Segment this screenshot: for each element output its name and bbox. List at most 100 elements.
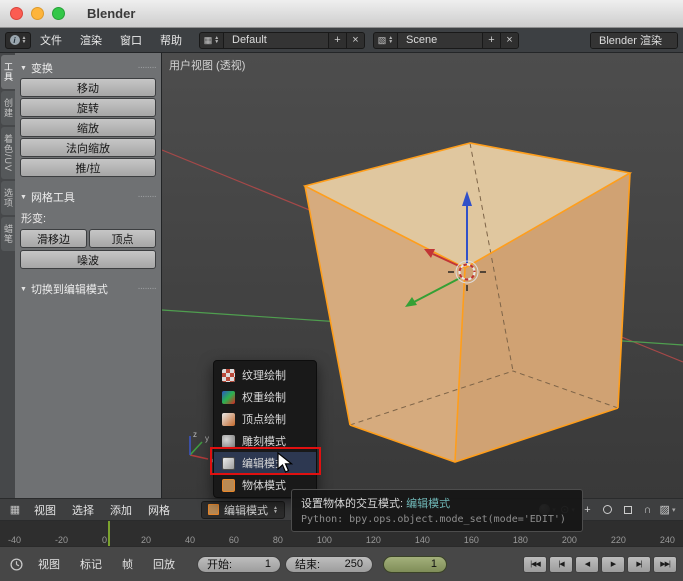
mouse-cursor	[277, 452, 294, 473]
timeline-menu-frame[interactable]: 帧	[114, 556, 141, 572]
timeline-header: 视图 标记 帧 回放 开始: 1 结束: 250 1 |◀◀ |◀ ◀ ▶ ▶|…	[0, 546, 683, 581]
tab-options[interactable]: 选项	[1, 181, 15, 216]
menu-window[interactable]: 窗口	[111, 28, 151, 53]
play-reverse-button[interactable]: ◀	[575, 555, 599, 573]
panel-title: 切换到编辑模式	[30, 284, 108, 296]
panel-collapse-icon: ▼	[20, 285, 27, 293]
menu-item-weight-paint[interactable]: 权重绘制	[214, 386, 316, 408]
vertex-slide-button[interactable]: 顶点	[89, 229, 156, 248]
edit-mode-icon	[208, 504, 219, 515]
close-button[interactable]	[10, 7, 23, 20]
cube-mesh[interactable]	[302, 142, 633, 463]
browse-screen-icon[interactable]: ▦	[200, 32, 224, 48]
ruler-label: 140	[414, 535, 430, 545]
panel-grip-icon[interactable]	[137, 286, 156, 292]
render-opengl-button[interactable]: ▨	[659, 502, 676, 518]
ruler-label: 0	[101, 535, 107, 545]
annotation-highlight-box	[210, 447, 321, 475]
menu-item-texture-paint[interactable]: 纹理绘制	[214, 364, 316, 386]
view-label: 用户视图 (透视)	[169, 58, 245, 72]
snap-magnet-toggle[interactable]: ∩	[639, 502, 656, 518]
frame-start-value: 1	[264, 558, 271, 570]
tab-grease-pencil[interactable]: 蜡笔	[1, 217, 15, 252]
scene-name[interactable]: Scene	[398, 32, 482, 48]
tooltip: 设置物体的交互模式: 编辑模式 Python: bpy.ops.object.m…	[291, 489, 583, 532]
ruler-label: 180	[512, 535, 528, 545]
ruler-labels: -40 -20 0 20 40 60 80 100 120 140 160 18…	[0, 535, 683, 545]
ruler-label: 200	[561, 535, 577, 545]
prev-keyframe-button[interactable]: |◀	[549, 555, 573, 573]
panel-collapse-icon: ▼	[20, 193, 27, 201]
texture-paint-icon	[222, 368, 235, 382]
add-screen-button[interactable]: +	[328, 32, 346, 48]
menu-item-label: 物体模式	[242, 480, 286, 492]
menu-help[interactable]: 帮助	[151, 28, 191, 53]
play-button[interactable]: ▶	[601, 555, 625, 573]
screen-layout-selector: ▦ Default + ×	[199, 31, 365, 49]
playback-controls: |◀◀ |◀ ◀ ▶ ▶| ▶▶|	[523, 555, 677, 573]
push-pull-button[interactable]: 推/拉	[20, 158, 156, 177]
screen-layout-name[interactable]: Default	[224, 32, 328, 48]
scale-button[interactable]: 缩放	[20, 118, 156, 137]
window-title: Blender	[87, 6, 136, 21]
panel-collapse-icon: ▼	[20, 64, 27, 72]
tab-create[interactable]: 创建	[1, 91, 15, 125]
editor-type-timeline-icon[interactable]	[6, 556, 26, 573]
noise-button[interactable]: 噪波	[20, 250, 156, 269]
tab-shading-uv[interactable]: 着色/UV	[1, 127, 15, 180]
deform-label: 形变:	[21, 213, 47, 225]
timeline-menu-view[interactable]: 视图	[30, 556, 68, 572]
add-scene-button[interactable]: +	[482, 32, 500, 48]
maximize-button[interactable]	[52, 7, 65, 20]
current-frame-field[interactable]: 1	[383, 555, 447, 573]
current-frame-value: 1	[430, 558, 437, 570]
panel-grip-icon[interactable]	[137, 194, 156, 200]
scene-selector: ▧ Scene + ×	[373, 31, 519, 49]
menu-add[interactable]: 添加	[103, 498, 139, 521]
ruler-label: 120	[365, 535, 381, 545]
panel-header-transform[interactable]: ▼ 变换	[20, 59, 156, 77]
panel-grip-icon[interactable]	[137, 65, 156, 71]
tab-tools[interactable]: 工具	[1, 55, 15, 89]
menu-item-label: 权重绘制	[242, 392, 286, 404]
jump-start-button[interactable]: |◀◀	[523, 555, 547, 573]
frame-end-field[interactable]: 结束: 250	[285, 555, 373, 573]
timeline-menu-playback[interactable]: 回放	[145, 556, 183, 572]
ruler-label: 60	[228, 535, 239, 545]
frame-start-field[interactable]: 开始: 1	[197, 555, 281, 573]
manipulator-scale-toggle[interactable]	[619, 502, 636, 518]
gizmo-z-label: z	[193, 430, 197, 439]
remove-screen-button[interactable]: ×	[346, 32, 364, 48]
menu-view[interactable]: 视图	[27, 498, 63, 521]
menu-mesh[interactable]: 网格	[141, 498, 177, 521]
frame-start-label: 开始:	[207, 559, 233, 571]
edge-slide-button[interactable]: 滑移边	[20, 229, 87, 248]
menu-render[interactable]: 渲染	[71, 28, 111, 53]
render-engine-name[interactable]: Blender 渲染	[591, 32, 677, 48]
remove-scene-button[interactable]: ×	[500, 32, 518, 48]
next-keyframe-button[interactable]: ▶|	[627, 555, 651, 573]
panel-header-mesh-tools[interactable]: ▼ 网格工具	[20, 188, 156, 206]
minimize-button[interactable]	[31, 7, 44, 20]
menu-file[interactable]: 文件	[31, 28, 71, 53]
editor-type-button[interactable]: i	[5, 31, 31, 49]
jump-end-button[interactable]: ▶▶|	[653, 555, 677, 573]
mode-dropdown[interactable]: 编辑模式	[201, 500, 285, 519]
ruler-label: 40	[184, 535, 195, 545]
timeline-menu-marker[interactable]: 标记	[72, 556, 110, 572]
menu-select[interactable]: 选择	[65, 498, 101, 521]
tooltip-text: 设置物体的交互模式: 编辑模式	[301, 495, 573, 511]
rotate-button[interactable]: 旋转	[20, 98, 156, 117]
tool-shelf-tabs: 工具 创建 着色/UV 选项 蜡笔	[0, 53, 15, 498]
manipulator-rotate-toggle[interactable]	[599, 502, 616, 518]
menu-item-vertex-paint[interactable]: 顶点绘制	[214, 408, 316, 430]
shrink-fatten-button[interactable]: 法向缩放	[20, 138, 156, 157]
translate-button[interactable]: 移动	[20, 78, 156, 97]
panel-header-redo[interactable]: ▼ 切换到编辑模式	[20, 280, 156, 298]
ruler-label: 240	[659, 535, 675, 545]
rotate-icon	[603, 505, 612, 514]
browse-scene-icon[interactable]: ▧	[374, 32, 398, 48]
object-mode-icon	[222, 478, 235, 492]
frame-end-value: 250	[344, 558, 363, 570]
editor-type-3dview-icon[interactable]: ▦	[5, 501, 25, 518]
